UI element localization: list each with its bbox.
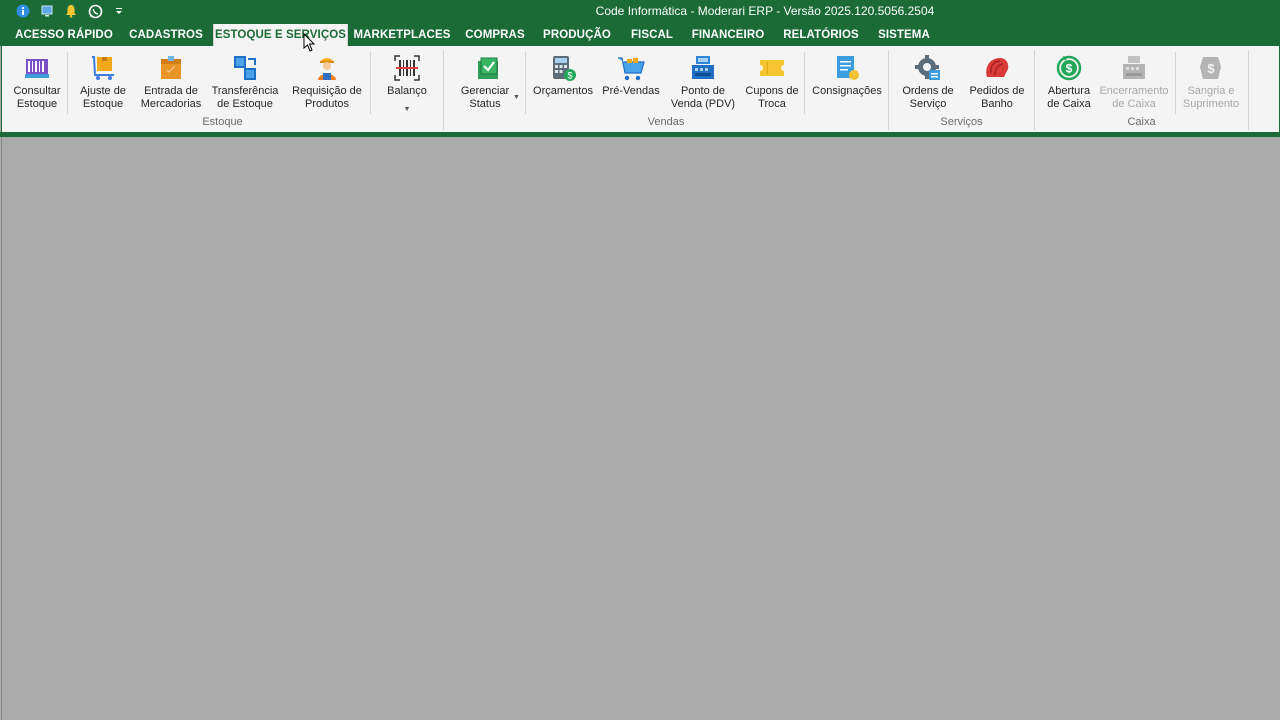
pos-register-icon [688, 53, 718, 83]
tab-fiscal[interactable]: FISCAL [624, 24, 680, 46]
transfer-icon [230, 53, 260, 83]
checkbox-icon [473, 53, 503, 83]
barcode-icon [392, 53, 422, 83]
tab-acesso-rapido[interactable]: ACESSO RÁPIDO [10, 24, 118, 46]
requisicao-de-produtos-button[interactable]: Requisição de Produtos [289, 50, 365, 116]
separator [1175, 52, 1176, 114]
group-label-servicos: Serviços [940, 116, 983, 128]
separator [525, 52, 526, 114]
chevron-down-icon[interactable]: ▼ [404, 106, 411, 113]
encerramento-de-caixa-button[interactable]: Encerramento de Caixa [1099, 50, 1169, 116]
separator [67, 52, 68, 114]
balanco-button[interactable]: Balanço ▼ [376, 50, 438, 116]
ajuste-de-estoque-button[interactable]: Ajuste de Estoque [74, 50, 132, 116]
worker-icon [312, 53, 342, 83]
entrada-de-mercadorias-button[interactable]: Entrada de Mercadorias [138, 50, 204, 116]
group-label-estoque: Estoque [202, 116, 243, 128]
gerenciar-status-label: Gerenciar Status [460, 85, 510, 110]
ribbon-panel: Consultar Estoque Ajuste de Estoque Entr… [1, 46, 1280, 132]
coupon-icon [757, 53, 787, 83]
transferencia-de-estoque-button[interactable]: Transferência de Estoque [208, 50, 282, 116]
tab-estoque-e-servicos[interactable]: ESTOQUE E SERVIÇOS [213, 24, 348, 46]
gear-icon [913, 53, 943, 83]
tab-sistema[interactable]: SISTEMA [872, 24, 936, 46]
pedidos-de-banho-label: Pedidos de Banho [969, 85, 1025, 110]
barcode-scan-icon [22, 53, 52, 83]
ajuste-de-estoque-label: Ajuste de Estoque [80, 85, 126, 110]
svg-text:$: $ [567, 71, 572, 81]
abertura-de-caixa-button[interactable]: $ Abertura de Caixa [1040, 50, 1098, 116]
pre-vendas-button[interactable]: Pré-Vendas [600, 50, 662, 116]
cash-withdraw-icon: $ [1196, 53, 1226, 83]
window-title: Code Informática - Moderari ERP - Versão… [595, 4, 935, 18]
consignacoes-button[interactable]: Consignações [810, 50, 884, 116]
document-icon [832, 53, 862, 83]
balanco-label: Balanço [387, 85, 427, 97]
svg-text:$: $ [1207, 61, 1215, 76]
calculator-icon: $ [548, 53, 578, 83]
tab-financeiro[interactable]: FINANCEIRO [686, 24, 770, 46]
cash-register-icon [1119, 53, 1149, 83]
encerramento-de-caixa-label: Encerramento de Caixa [1099, 85, 1169, 110]
ordens-de-servico-button[interactable]: Ordens de Serviço [896, 50, 960, 116]
sangria-e-suprimento-label: Sangria e Suprimento [1182, 85, 1240, 110]
orcamentos-label: Orçamentos [533, 85, 593, 97]
separator [804, 52, 805, 114]
tab-marketplaces[interactable]: MARKETPLACES [352, 24, 452, 46]
tab-cadastros[interactable]: CADASTROS [124, 24, 208, 46]
consultar-estoque-button[interactable]: Consultar Estoque [9, 50, 65, 116]
sangria-e-suprimento-button[interactable]: $ Sangria e Suprimento [1179, 50, 1243, 116]
ribbon-tab-bar: ACESSO RÁPIDO CADASTROS ESTOQUE E SERVIÇ… [0, 22, 1280, 46]
tab-producao[interactable]: PRODUÇÃO [538, 24, 616, 46]
box-cart-icon [88, 53, 118, 83]
bath-icon [982, 53, 1012, 83]
ponto-de-venda-button[interactable]: Ponto de Venda (PDV) [668, 50, 738, 116]
cupons-de-troca-label: Cupons de Troca [745, 85, 799, 110]
pre-vendas-label: Pré-Vendas [602, 85, 660, 97]
gerenciar-status-button[interactable]: Gerenciar Status ▼ [454, 50, 522, 116]
tab-compras[interactable]: COMPRAS [460, 24, 530, 46]
pedidos-de-banho-button[interactable]: Pedidos de Banho [964, 50, 1030, 116]
separator [370, 52, 371, 114]
consignacoes-label: Consignações [812, 85, 882, 97]
ordens-de-servico-label: Ordens de Serviço [902, 85, 954, 110]
cupons-de-troca-button[interactable]: Cupons de Troca [742, 50, 802, 116]
requisicao-de-produtos-label: Requisição de Produtos [292, 85, 362, 110]
chevron-down-icon[interactable]: ▼ [513, 94, 520, 101]
transferencia-de-estoque-label: Transferência de Estoque [211, 85, 279, 110]
consultar-estoque-label: Consultar Estoque [13, 85, 61, 110]
abertura-de-caixa-label: Abertura de Caixa [1047, 85, 1091, 110]
tab-relatorios[interactable]: RELATÓRIOS [778, 24, 864, 46]
title-bar: Code Informática - Moderari ERP - Versão… [0, 0, 1280, 22]
package-box-icon [156, 53, 186, 83]
group-label-vendas: Vendas [647, 116, 685, 128]
entrada-de-mercadorias-label: Entrada de Mercadorias [140, 85, 202, 110]
svg-text:$: $ [1066, 62, 1073, 76]
cash-open-icon: $ [1054, 53, 1084, 83]
group-separator [1248, 50, 1249, 130]
mdi-workspace[interactable] [1, 137, 1280, 720]
orcamentos-button[interactable]: $ Orçamentos [531, 50, 595, 116]
shopping-cart-icon [616, 53, 646, 83]
group-label-caixa: Caixa [1127, 116, 1156, 128]
ponto-de-venda-label: Ponto de Venda (PDV) [670, 85, 736, 110]
